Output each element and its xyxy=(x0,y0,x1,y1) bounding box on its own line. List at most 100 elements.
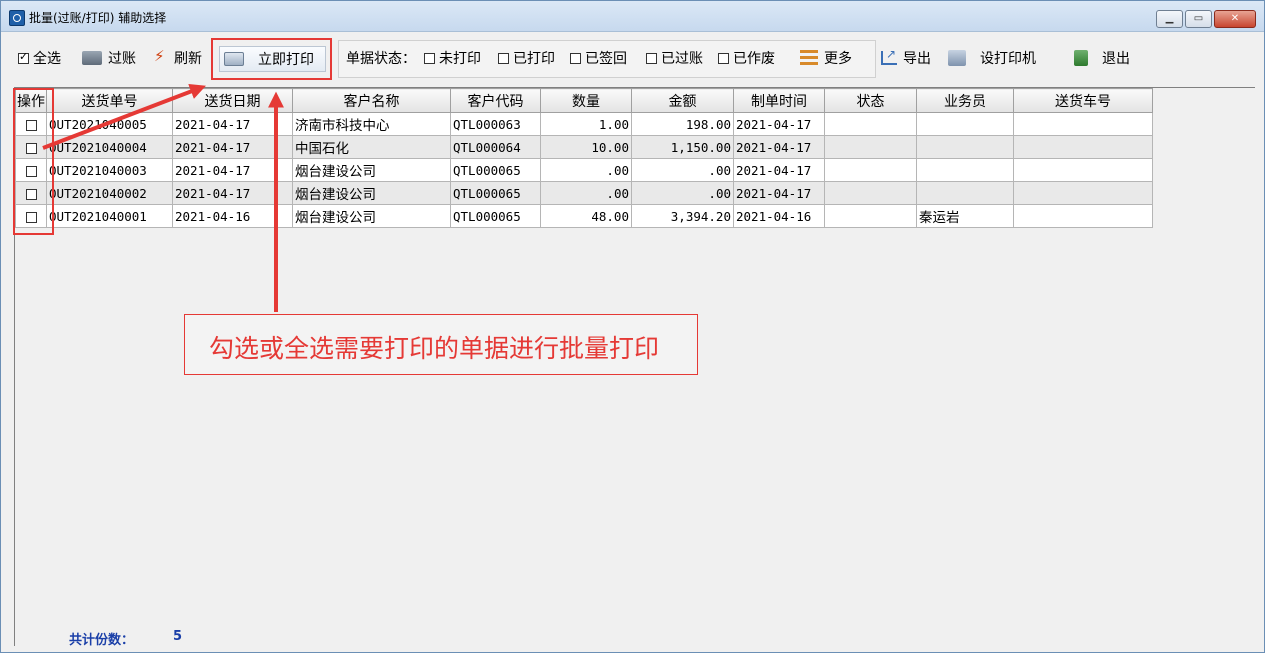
cell-qty: 10.00 xyxy=(540,135,632,159)
print-button-highlight xyxy=(211,38,332,80)
cell-salesman: 秦运岩 xyxy=(916,204,1014,228)
cell-customer: 烟台建设公司 xyxy=(292,181,451,205)
cell-delivery-no: OUT2021040004 xyxy=(46,135,173,159)
cell-code: QTL000065 xyxy=(450,204,541,228)
cell-status xyxy=(824,204,917,228)
col-header-salesman[interactable]: 业务员 xyxy=(916,88,1014,113)
post-label: 过账 xyxy=(108,51,136,67)
col-header-amount[interactable]: 金额 xyxy=(631,88,734,113)
select-all-checkbox[interactable]: 全选 xyxy=(18,46,61,70)
cell-vehicle xyxy=(1013,204,1153,228)
cell-delivery-no: OUT2021040005 xyxy=(46,112,173,136)
printer-settings-icon xyxy=(948,50,966,66)
total-count-value: 5 xyxy=(173,629,183,644)
cell-amount: .00 xyxy=(631,158,734,182)
table-row[interactable]: OUT2021040005 2021-04-17 济南市科技中心 QTL0000… xyxy=(15,112,1153,136)
grid-header-row: 操作 送货单号 送货日期 客户名称 客户代码 数量 金额 制单时间 状态 业务员… xyxy=(15,88,1153,113)
list-icon xyxy=(800,50,818,66)
cell-delivery-no: OUT2021040003 xyxy=(46,158,173,182)
checkbox-icon xyxy=(646,52,657,64)
cell-date: 2021-04-17 xyxy=(172,112,293,136)
checkbox-icon xyxy=(570,52,581,64)
export-button[interactable]: 导出 xyxy=(881,46,931,70)
refresh-label: 刷新 xyxy=(174,51,202,67)
col-header-created-time[interactable]: 制单时间 xyxy=(733,88,825,113)
batch-select-window: 批量(过账/打印) 辅助选择 ▁ ▭ ✕ 全选 过账 刷新 立即打印 单据状态：… xyxy=(0,0,1265,653)
cell-salesman xyxy=(916,112,1014,136)
cell-salesman xyxy=(916,181,1014,205)
cell-created: 2021-04-17 xyxy=(733,112,825,136)
cell-customer: 烟台建设公司 xyxy=(292,204,451,228)
filter-posted[interactable]: 已过账 xyxy=(646,46,703,70)
col-header-customer-code[interactable]: 客户代码 xyxy=(450,88,541,113)
window-title: 批量(过账/打印) 辅助选择 xyxy=(29,11,167,25)
cell-qty: .00 xyxy=(540,158,632,182)
post-button[interactable]: 过账 xyxy=(82,46,136,70)
status-label: 单据状态： xyxy=(346,51,416,67)
cell-delivery-no: OUT2021040001 xyxy=(46,204,173,228)
exit-button[interactable]: 退出 xyxy=(1074,46,1130,70)
filter-unprinted[interactable]: 未打印 xyxy=(424,46,481,70)
cell-qty: .00 xyxy=(540,181,632,205)
cell-status xyxy=(824,112,917,136)
app-icon xyxy=(9,10,25,26)
cell-amount: 3,394.20 xyxy=(631,204,734,228)
cell-customer: 烟台建设公司 xyxy=(292,158,451,182)
cell-delivery-no: OUT2021040002 xyxy=(46,181,173,205)
cell-vehicle xyxy=(1013,112,1153,136)
filter-signed-back[interactable]: 已签回 xyxy=(570,46,627,70)
filter-voided[interactable]: 已作废 xyxy=(718,46,775,70)
cell-customer: 济南市科技中心 xyxy=(292,112,451,136)
close-button[interactable]: ✕ xyxy=(1214,10,1256,28)
table-row[interactable]: OUT2021040003 2021-04-17 烟台建设公司 QTL00006… xyxy=(15,158,1153,182)
cell-date: 2021-04-17 xyxy=(172,158,293,182)
cell-salesman xyxy=(916,135,1014,159)
cell-date: 2021-04-16 xyxy=(172,204,293,228)
table-row[interactable]: OUT2021040004 2021-04-17 中国石化 QTL000064 … xyxy=(15,135,1153,159)
cell-created: 2021-04-17 xyxy=(733,181,825,205)
cell-qty: 48.00 xyxy=(540,204,632,228)
col-header-quantity[interactable]: 数量 xyxy=(540,88,632,113)
exit-icon xyxy=(1074,50,1088,66)
checkbox-icon xyxy=(424,52,435,64)
cell-created: 2021-04-16 xyxy=(733,204,825,228)
cell-created: 2021-04-17 xyxy=(733,158,825,182)
col-header-delivery-no[interactable]: 送货单号 xyxy=(46,88,173,113)
cell-code: QTL000065 xyxy=(450,181,541,205)
cell-amount: 198.00 xyxy=(631,112,734,136)
cell-vehicle xyxy=(1013,181,1153,205)
printer-setup-button[interactable]: 设打印机 xyxy=(948,46,1036,70)
checkbox-icon xyxy=(718,52,729,64)
total-count: 共计份数： 5 xyxy=(69,629,182,648)
delivery-grid: 操作 送货单号 送货日期 客户名称 客户代码 数量 金额 制单时间 状态 业务员… xyxy=(15,88,1153,228)
title-bar: 批量(过账/打印) 辅助选择 ▁ ▭ ✕ xyxy=(1,1,1264,32)
col-header-delivery-date[interactable]: 送货日期 xyxy=(172,88,293,113)
refresh-icon xyxy=(154,47,168,66)
post-icon xyxy=(82,51,102,65)
more-button[interactable]: 更多 xyxy=(800,46,852,70)
cell-amount: .00 xyxy=(631,181,734,205)
cell-amount: 1,150.00 xyxy=(631,135,734,159)
cell-vehicle xyxy=(1013,158,1153,182)
cell-customer: 中国石化 xyxy=(292,135,451,159)
table-row[interactable]: OUT2021040001 2021-04-16 烟台建设公司 QTL00006… xyxy=(15,204,1153,228)
cell-status xyxy=(824,135,917,159)
total-label: 共计份数： xyxy=(69,633,135,648)
filter-printed[interactable]: 已打印 xyxy=(498,46,555,70)
cell-qty: 1.00 xyxy=(540,112,632,136)
cell-code: QTL000065 xyxy=(450,158,541,182)
col-header-customer-name[interactable]: 客户名称 xyxy=(292,88,451,113)
export-icon xyxy=(881,47,897,65)
col-header-vehicle-no[interactable]: 送货车号 xyxy=(1013,88,1153,113)
cell-code: QTL000064 xyxy=(450,135,541,159)
cell-status xyxy=(824,181,917,205)
cell-date: 2021-04-17 xyxy=(172,135,293,159)
col-header-status[interactable]: 状态 xyxy=(824,88,917,113)
maximize-button[interactable]: ▭ xyxy=(1185,10,1212,28)
annotation-text: 勾选或全选需要打印的单据进行批量打印 xyxy=(209,334,660,363)
annotation-callout: 勾选或全选需要打印的单据进行批量打印 xyxy=(184,314,698,375)
table-row[interactable]: OUT2021040002 2021-04-17 烟台建设公司 QTL00006… xyxy=(15,181,1153,205)
refresh-button[interactable]: 刷新 xyxy=(154,46,202,70)
toolbar: 全选 过账 刷新 立即打印 单据状态： 未打印 已打印 已签回 xyxy=(2,32,1263,86)
minimize-button[interactable]: ▁ xyxy=(1156,10,1183,28)
